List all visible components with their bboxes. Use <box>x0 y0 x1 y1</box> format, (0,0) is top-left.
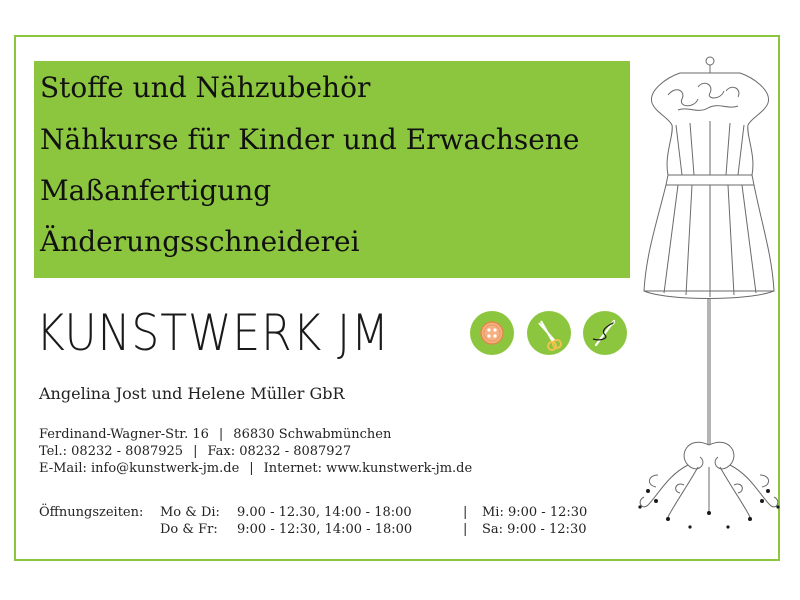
hours-label: Öffnungszeiten: <box>39 505 144 520</box>
service-alterations: Änderungsschneiderei <box>40 225 360 258</box>
hours-row2-extra: Sa: 9:00 - 12:30 <box>482 522 587 537</box>
fax: Fax: 08232 - 8087927 <box>207 444 352 459</box>
hours-row1-days: Mo & Di: <box>160 505 220 520</box>
city: 86830 Schwabmünchen <box>233 427 392 442</box>
hours-row1-separator: | <box>463 505 468 520</box>
hours-row2-times: 9:00 - 12:30, 14:00 - 18:00 <box>237 522 413 537</box>
telephone: Tel.: 08232 - 8087925 <box>39 444 184 459</box>
hours-row1-times: 9.00 - 12.30, 14:00 - 18:00 <box>237 505 412 520</box>
service-courses: Nähkurse für Kinder und Erwachsene <box>40 123 580 156</box>
phone-line: Tel.: 08232 - 8087925 | Fax: 08232 - 80879… <box>39 444 352 459</box>
address-line: Ferdinand-Wagner-Str. 16 | 86830 Schwabmün… <box>39 427 392 442</box>
hours-row1-extra: Mi: 9:00 - 12:30 <box>482 505 588 520</box>
web-line: E-Mail: info@kunstwerk-jm.de | Internet: w… <box>39 461 473 476</box>
company-name: Angelina Jost und Helene Müller GbR <box>39 384 345 403</box>
hours-row2-separator: | <box>463 522 468 537</box>
brand-logo-text: KUNSTWERK JM <box>36 304 390 362</box>
website-link[interactable]: Internet: www.kunstwerk-jm.de <box>264 461 473 476</box>
dress-form-illustration <box>638 56 780 529</box>
service-tailoring: Maßanfertigung <box>40 174 272 207</box>
street: Ferdinand-Wagner-Str. 16 <box>39 427 209 442</box>
email-link[interactable]: E-Mail: info@kunstwerk-jm.de <box>39 461 239 476</box>
service-fabrics: Stoffe und Nähzubehör <box>40 71 371 104</box>
needle-thread-icon <box>583 311 627 355</box>
hours-row2-days: Do & Fr: <box>160 522 218 537</box>
scissors-icon <box>527 311 571 355</box>
button-icon <box>470 311 514 355</box>
